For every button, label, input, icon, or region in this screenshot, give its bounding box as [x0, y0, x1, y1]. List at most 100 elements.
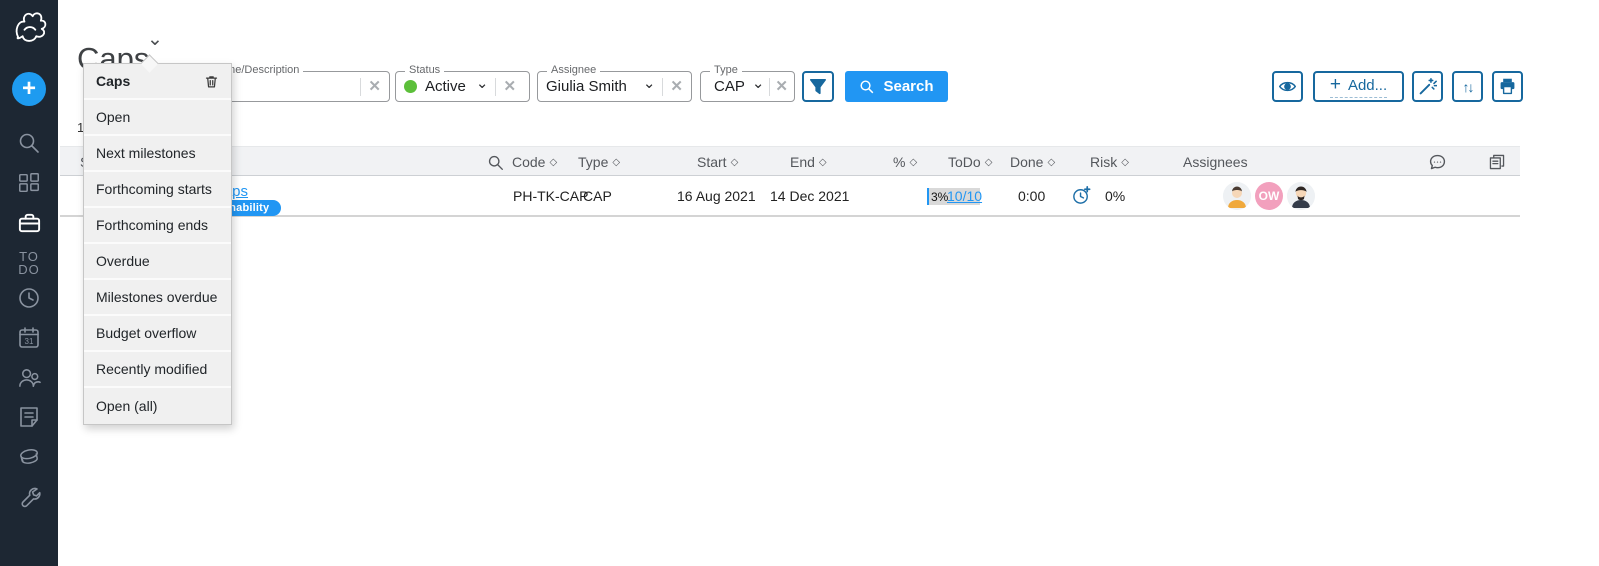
- magic-wand-icon: [1418, 77, 1437, 96]
- type-chevron-down-icon[interactable]: ⌄: [752, 74, 765, 92]
- todo-label-line2: DO: [18, 263, 40, 276]
- menu-item-open-all[interactable]: Open (all): [84, 388, 231, 424]
- add-worklog-button[interactable]: [1071, 185, 1092, 209]
- dashboard-icon: [17, 171, 41, 195]
- trash-icon[interactable]: [204, 74, 219, 89]
- assignee-avatar-3[interactable]: [1287, 182, 1315, 210]
- menu-item-label: Forthcoming ends: [96, 217, 208, 233]
- plus-icon: +: [1330, 74, 1341, 96]
- sidebar-item-tools[interactable]: [0, 484, 58, 510]
- column-header-percent[interactable]: % ◇: [893, 147, 917, 177]
- status-label: Status: [405, 64, 444, 76]
- comments-column-icon[interactable]: [1428, 147, 1447, 177]
- menu-item-next-milestones[interactable]: Next milestones: [84, 136, 231, 172]
- menu-item-label: Recently modified: [96, 361, 207, 377]
- clear-assignee-button[interactable]: ✕: [662, 78, 683, 96]
- assignee-avatar-1[interactable]: [1223, 182, 1251, 210]
- coins-icon: [16, 444, 42, 470]
- menu-item-overdue[interactable]: Overdue: [84, 244, 231, 280]
- clear-icon: ✕: [503, 79, 516, 94]
- add-global-button[interactable]: +: [12, 72, 46, 106]
- sidebar-item-todo[interactable]: TO DO: [0, 249, 58, 277]
- menu-item-recently-modified[interactable]: Recently modified: [84, 352, 231, 388]
- task-code: PH-TK-CAP: [513, 188, 588, 204]
- menu-item-open[interactable]: Open: [84, 100, 231, 136]
- people-icon: [17, 365, 42, 390]
- menu-item-label: Caps: [96, 73, 130, 89]
- plus-icon: +: [22, 77, 36, 101]
- column-header-risk[interactable]: Risk ◇: [1090, 147, 1129, 177]
- sidebar-item-dashboard[interactable]: [0, 170, 58, 196]
- title-chevron-down-icon[interactable]: ⌄: [147, 28, 163, 51]
- column-header-assignees: Assignees: [1183, 147, 1248, 177]
- saved-searches-menu: Caps Open Next milestones Forthcoming st…: [83, 63, 232, 425]
- printer-icon: [1498, 77, 1517, 96]
- menu-item-budget-overflow[interactable]: Budget overflow: [84, 316, 231, 352]
- print-button[interactable]: [1492, 71, 1523, 102]
- status-value[interactable]: Active: [425, 78, 466, 95]
- assignee-field[interactable]: Assignee Giulia Smith ⌄ ✕: [537, 71, 692, 102]
- column-header-type[interactable]: Type ◇: [578, 147, 620, 177]
- add-task-button[interactable]: + Add...: [1313, 71, 1404, 102]
- sidebar-item-resources[interactable]: [0, 364, 58, 390]
- briefcase-icon: [17, 211, 42, 236]
- wrench-icon: [17, 485, 41, 509]
- clock-plus-icon: [1071, 185, 1092, 206]
- app-logo: [0, 6, 58, 50]
- filter-funnel-icon: [809, 78, 827, 96]
- clear-icon: ✕: [368, 79, 381, 94]
- assignee-value[interactable]: Giulia Smith: [546, 78, 643, 95]
- copy-column-icon[interactable]: [1488, 147, 1506, 177]
- status-field[interactable]: Status Active ⌄ ✕: [395, 71, 530, 102]
- menu-item-label: Overdue: [96, 253, 150, 269]
- more-filters-button[interactable]: [802, 71, 834, 102]
- menu-item-forthcoming-ends[interactable]: Forthcoming ends: [84, 208, 231, 244]
- sort-arrows-icon: ↑↓: [1463, 79, 1473, 95]
- menu-item-milestones-overdue[interactable]: Milestones overdue: [84, 280, 231, 316]
- task-row[interactable]: Caps Sustainability PH-TK-CAP CAP 16 Aug…: [60, 176, 1520, 217]
- clear-name-button[interactable]: ✕: [360, 78, 381, 96]
- sort-icon: ◇: [1047, 157, 1055, 168]
- sort-icon: ◇: [549, 157, 557, 168]
- sidebar-item-worklog[interactable]: [0, 285, 58, 311]
- type-field[interactable]: Type CAP ⌄ ✕: [700, 71, 795, 102]
- hand-logo-icon: [9, 8, 49, 48]
- menu-item-forthcoming-starts[interactable]: Forthcoming starts: [84, 172, 231, 208]
- column-header-done[interactable]: Done ◇: [1010, 147, 1055, 177]
- sidebar-item-projects[interactable]: [0, 210, 58, 236]
- magic-actions-button[interactable]: [1412, 71, 1443, 102]
- sidebar-item-documents[interactable]: [0, 404, 58, 430]
- sidebar-item-search[interactable]: [0, 130, 58, 156]
- menu-item-caps[interactable]: Caps: [84, 64, 231, 100]
- sidebar-item-expenses[interactable]: [0, 443, 58, 471]
- sidebar-item-calendar[interactable]: 31: [0, 324, 58, 350]
- search-button[interactable]: Search: [845, 71, 948, 102]
- column-label: Done: [1010, 154, 1043, 170]
- todo-count-link[interactable]: 10/10: [947, 188, 982, 204]
- task-type: CAP: [583, 188, 612, 204]
- column-label: End: [790, 154, 815, 170]
- type-value[interactable]: CAP: [714, 78, 745, 95]
- column-label: ToDo: [948, 154, 981, 170]
- status-chevron-down-icon[interactable]: ⌄: [476, 74, 489, 92]
- assignee-avatar-2[interactable]: OW: [1255, 182, 1283, 210]
- column-header-todo[interactable]: ToDo ◇: [948, 147, 992, 177]
- quick-search-icon[interactable]: [487, 147, 504, 177]
- column-header-code[interactable]: Code ◇: [512, 147, 557, 177]
- assignee-chevron-down-icon[interactable]: ⌄: [643, 74, 656, 92]
- clear-status-button[interactable]: ✕: [495, 78, 516, 96]
- menu-item-label: Milestones overdue: [96, 289, 217, 305]
- view-options-button[interactable]: [1272, 71, 1303, 102]
- sort-button[interactable]: ↑↓: [1452, 71, 1483, 102]
- clear-type-button[interactable]: ✕: [769, 78, 788, 96]
- column-header-end[interactable]: End ◇: [790, 147, 827, 177]
- menu-item-label: Open (all): [96, 398, 157, 414]
- svg-text:31: 31: [25, 337, 34, 346]
- clear-icon: ✕: [670, 79, 683, 94]
- column-header-start[interactable]: Start ◇: [697, 147, 738, 177]
- sort-icon: ◇: [909, 157, 917, 168]
- progress-label: 3%: [931, 190, 948, 204]
- sort-icon: ◇: [612, 157, 620, 168]
- sort-icon: ◇: [1121, 157, 1129, 168]
- clear-icon: ✕: [775, 79, 788, 94]
